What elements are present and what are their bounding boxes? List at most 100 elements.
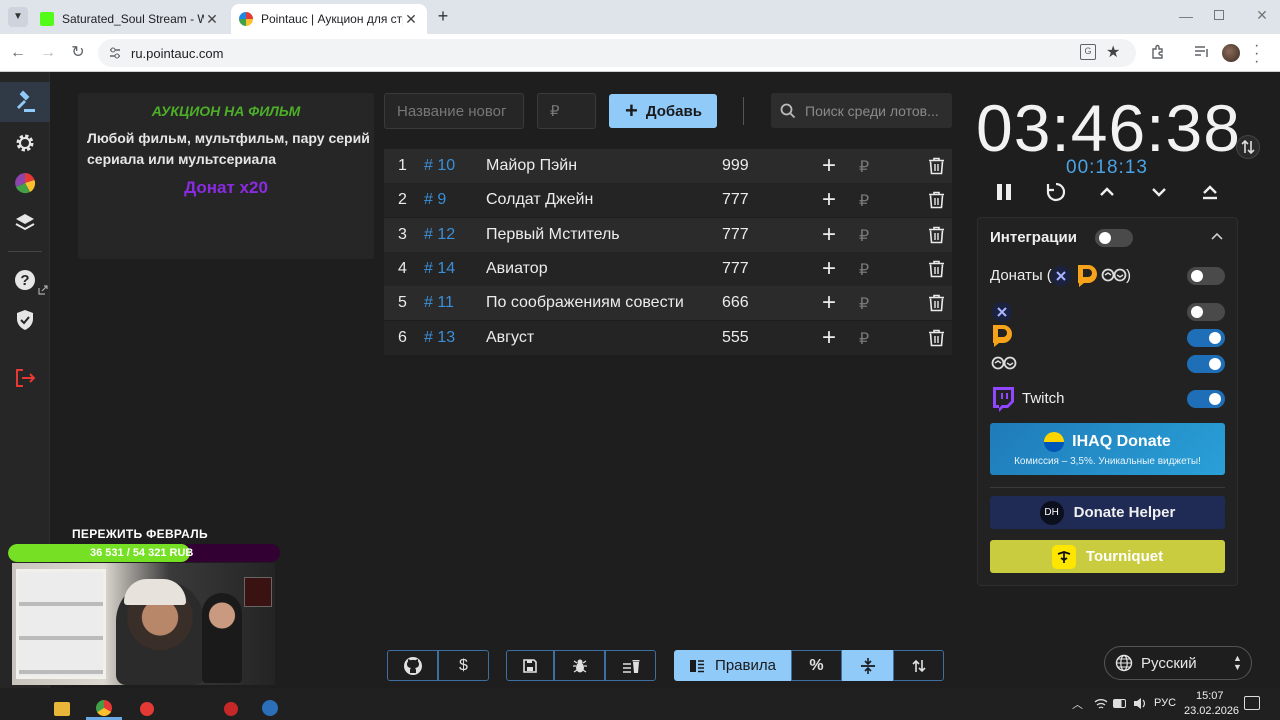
wifi-icon[interactable] — [1094, 698, 1108, 710]
delete-lot-icon[interactable] — [928, 226, 945, 244]
lot-row[interactable]: 6 # 13 Август 555 + ₽ — [384, 320, 952, 355]
search-lots-input[interactable]: Поиск среди лотов... — [771, 93, 952, 128]
add-time-icon[interactable] — [1095, 180, 1119, 204]
lot-name[interactable]: Авиатор — [486, 260, 548, 278]
add-amount-icon[interactable]: + — [822, 324, 836, 352]
add-amount-icon[interactable]: + — [822, 221, 836, 249]
ihaq-donate-banner[interactable]: IHAQ Donate Комиссия – 3,5%. Уникальные … — [990, 423, 1225, 475]
lot-row[interactable]: 5 # 11 По соображениям совести 666 + ₽ — [384, 286, 952, 321]
notifications-icon[interactable] — [1244, 696, 1260, 710]
delete-lot-icon[interactable] — [928, 329, 945, 347]
taskbar-app-icon[interactable] — [262, 700, 278, 716]
save-button[interactable] — [506, 650, 554, 681]
ruble-icon[interactable]: ₽ — [859, 294, 869, 314]
subtract-time-icon[interactable] — [1147, 180, 1171, 204]
twitch-toggle[interactable] — [1187, 390, 1225, 408]
taskbar-app-icon[interactable] — [140, 702, 154, 716]
browser-tab-active[interactable]: Pointauc | Аукцион для стриме ✕ — [231, 4, 427, 34]
layers-icon[interactable] — [13, 211, 37, 235]
lot-name[interactable]: По соображениям совести — [486, 294, 684, 312]
percent-button[interactable]: % — [791, 650, 842, 681]
lot-amount-input[interactable]: ₽ — [537, 93, 596, 129]
lot-name[interactable]: Майор Пэйн — [486, 157, 577, 175]
new-tab-button[interactable]: + — [433, 6, 453, 26]
taskbar-app-icon[interactable] — [96, 700, 112, 716]
clear-lots-button[interactable] — [605, 650, 656, 681]
ruble-icon[interactable]: ₽ — [859, 226, 869, 246]
lot-name[interactable]: Первый Мститель — [486, 226, 620, 244]
bookmark-star-icon[interactable]: ★ — [1106, 42, 1120, 62]
forward-icon[interactable]: → — [38, 44, 58, 62]
tray-chevron-icon[interactable]: ︿ — [1072, 696, 1083, 712]
close-tab-icon[interactable]: ✕ — [204, 11, 220, 28]
add-amount-icon[interactable]: + — [822, 255, 836, 283]
wheel-icon[interactable] — [13, 171, 37, 195]
shield-check-icon[interactable] — [13, 308, 37, 332]
github-button[interactable] — [387, 650, 438, 681]
omnibox[interactable] — [98, 39, 1136, 67]
browser-tab[interactable]: Saturated_Soul Stream - Watch ✕ — [32, 4, 228, 34]
tourniquet-button[interactable]: Tourniquet — [990, 540, 1225, 573]
lot-row[interactable]: 3 # 12 Первый Мститель 777 + ₽ — [384, 217, 952, 252]
restart-icon[interactable] — [1044, 180, 1068, 204]
input-language[interactable]: РУС — [1154, 697, 1176, 709]
ruble-icon[interactable]: ₽ — [859, 260, 869, 280]
lot-row[interactable]: 1 # 10 Майор Пэйн 999 + ₽ — [384, 149, 952, 183]
donate-dollar-button[interactable]: $ — [438, 650, 489, 681]
sort-button[interactable] — [893, 650, 944, 681]
language-select[interactable]: Русский ▲ ▼ — [1104, 646, 1252, 680]
help-icon[interactable]: ? — [13, 268, 37, 292]
donations-toggle[interactable] — [1187, 267, 1225, 285]
x-service-toggle[interactable] — [1187, 303, 1225, 321]
media-controls-icon[interactable] — [1194, 45, 1210, 59]
lot-name[interactable]: Август — [486, 329, 534, 347]
tab-list-dropdown-button[interactable]: ▼ — [8, 7, 28, 27]
delete-lot-icon[interactable] — [928, 260, 945, 278]
add-amount-icon[interactable]: + — [822, 152, 836, 180]
add-amount-icon[interactable]: + — [822, 289, 836, 317]
minimize-window-icon[interactable]: — — [1176, 8, 1196, 24]
lot-row[interactable]: 2 # 9 Солдат Джейн 777 + ₽ — [384, 183, 952, 218]
taskbar-app-icon[interactable] — [224, 702, 238, 716]
clock-time[interactable]: 15:07 — [1196, 690, 1224, 702]
rules-button[interactable]: Правила — [674, 650, 791, 681]
collapse-icon[interactable] — [1211, 232, 1223, 240]
lot-name-input[interactable]: Название новог — [384, 93, 524, 129]
double-time-icon[interactable] — [1198, 180, 1222, 204]
ruble-icon[interactable]: ₽ — [859, 157, 869, 177]
donationalerts-toggle[interactable] — [1187, 329, 1225, 347]
extensions-icon[interactable] — [1150, 44, 1166, 60]
compact-view-button[interactable] — [842, 650, 893, 681]
add-amount-icon[interactable]: + — [822, 186, 836, 214]
clock-date[interactable]: 23.02.2026 — [1184, 705, 1239, 717]
url-text[interactable]: ru.pointauc.com — [131, 46, 224, 61]
logout-icon[interactable] — [13, 366, 37, 390]
close-window-icon[interactable]: ✕ — [1254, 7, 1270, 23]
integrations-toggle[interactable] — [1095, 229, 1133, 247]
delete-lot-icon[interactable] — [928, 191, 945, 209]
battery-icon[interactable] — [1113, 699, 1126, 708]
volume-icon[interactable] — [1133, 697, 1147, 710]
report-bug-button[interactable] — [554, 650, 605, 681]
browser-menu-icon[interactable]: · · · — [1254, 38, 1259, 70]
gear-icon[interactable] — [13, 131, 37, 155]
delete-lot-icon[interactable] — [928, 157, 945, 175]
lot-row[interactable]: 4 # 14 Авиатор 777 + ₽ — [384, 251, 952, 286]
restore-window-icon[interactable] — [1214, 10, 1224, 20]
infinity-service-toggle[interactable] — [1187, 355, 1225, 373]
reload-icon[interactable]: ↻ — [68, 44, 88, 62]
donate-helper-button[interactable]: DH Donate Helper — [990, 496, 1225, 529]
profile-avatar[interactable] — [1222, 44, 1240, 62]
back-icon[interactable]: ← — [8, 44, 28, 62]
lot-name[interactable]: Солдат Джейн — [486, 191, 593, 209]
pause-icon[interactable] — [992, 180, 1016, 204]
swap-timer-icon[interactable] — [1236, 135, 1260, 159]
ruble-icon[interactable]: ₽ — [859, 191, 869, 211]
taskbar-app-icon[interactable] — [54, 702, 70, 716]
translate-icon[interactable]: G — [1080, 44, 1096, 60]
delete-lot-icon[interactable] — [928, 294, 945, 312]
ruble-icon[interactable]: ₽ — [859, 329, 869, 349]
close-tab-icon[interactable]: ✕ — [403, 11, 419, 28]
site-info-icon[interactable] — [108, 46, 122, 60]
add-lot-button[interactable]: + Добавь — [609, 94, 717, 128]
